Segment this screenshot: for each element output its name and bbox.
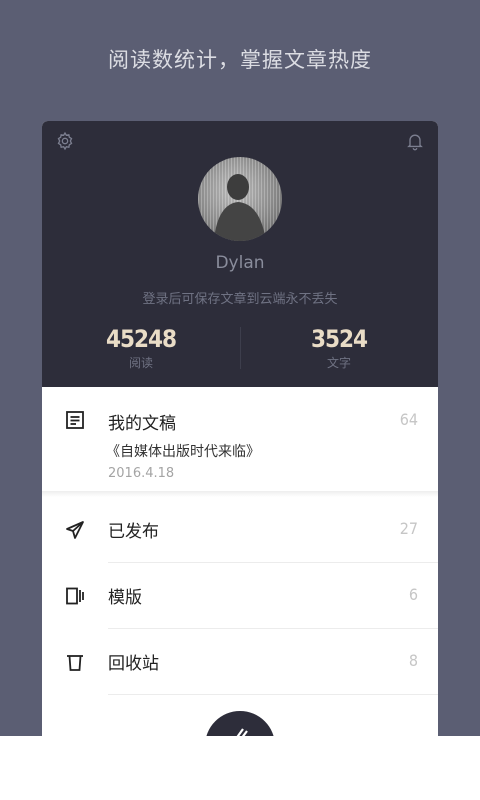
- drafts-label: 我的文稿: [108, 414, 176, 434]
- stat-reads-label: 阅读: [128, 356, 153, 370]
- my-drafts-section[interactable]: 我的文稿 64 《自媒体出版时代来临》 2016.4.18: [42, 387, 438, 491]
- stat-words: 3524 文字: [240, 325, 438, 371]
- menu-item-count: 27: [399, 519, 418, 538]
- promo-headline: 阅读数统计，掌握文章热度: [108, 48, 372, 72]
- draft-date: 2016.4.18: [108, 466, 175, 481]
- menu-item-published[interactable]: 已发布 27: [42, 497, 438, 563]
- stat-words-label: 文字: [326, 356, 351, 370]
- document-icon: [64, 409, 86, 431]
- settings-gear-icon[interactable]: [52, 128, 78, 154]
- drafts-count: 64: [399, 410, 418, 429]
- send-icon: [64, 519, 86, 541]
- pen-icon: [236, 728, 248, 736]
- notification-bell-icon[interactable]: [402, 128, 428, 154]
- draft-article-title[interactable]: 《自媒体出版时代来临》: [106, 441, 260, 461]
- stat-reads: 45248 阅读: [42, 325, 240, 371]
- trash-icon: [64, 651, 86, 673]
- row-divider: [108, 694, 438, 695]
- menu-item-trash[interactable]: 回收站 8: [42, 629, 438, 695]
- username: Dylan: [215, 253, 265, 273]
- menu-item-label: 模版: [108, 588, 142, 608]
- menu-item-templates[interactable]: 模版 6: [42, 563, 438, 629]
- stat-words-value: 3524: [310, 325, 368, 353]
- avatar[interactable]: [198, 157, 282, 241]
- login-hint[interactable]: 登录后可保存文章到云端永不丢失: [42, 288, 438, 307]
- template-icon: [64, 585, 86, 607]
- stat-reads-value: 45248: [105, 325, 177, 353]
- new-article-fab[interactable]: [205, 711, 275, 736]
- menu-item-label: 回收站: [108, 654, 159, 674]
- app-card: Dylan 登录后可保存文章到云端永不丢失 45248 阅读 3524 文字 我…: [42, 121, 438, 736]
- profile-header: Dylan 登录后可保存文章到云端永不丢失 45248 阅读 3524 文字: [42, 121, 438, 387]
- menu-item-count: 6: [408, 585, 418, 604]
- menu-item-count: 8: [408, 651, 418, 670]
- menu-item-label: 已发布: [108, 522, 159, 542]
